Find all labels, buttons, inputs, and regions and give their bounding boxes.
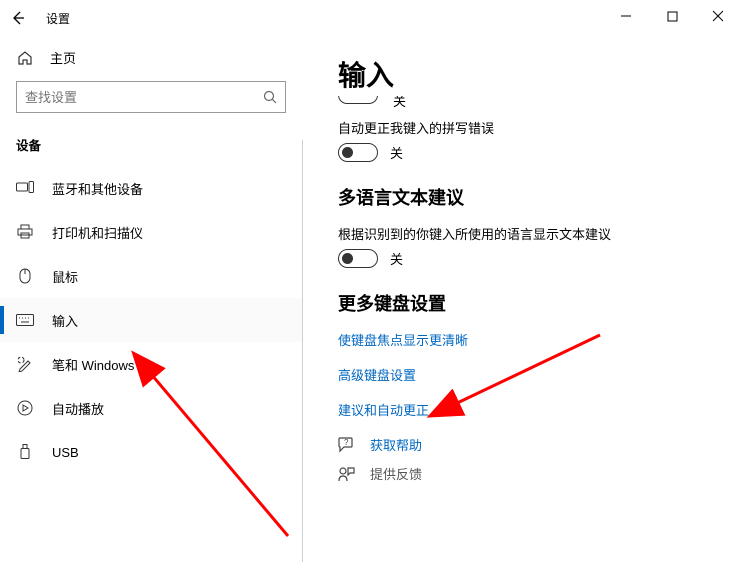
feedback-row[interactable]: 提供反馈: [338, 464, 721, 483]
autocorrect-toggle[interactable]: [338, 143, 378, 162]
pen-icon: [16, 355, 34, 373]
printer-icon: [16, 223, 34, 241]
home-label: 主页: [50, 48, 76, 67]
sidebar-item-typing[interactable]: 输入: [0, 298, 302, 342]
get-help-label: 获取帮助: [370, 435, 422, 454]
feedback-icon: [338, 466, 356, 482]
back-button[interactable]: [0, 0, 36, 36]
home-icon: [16, 49, 34, 67]
search-input[interactable]: [25, 90, 263, 105]
minimize-icon: [620, 10, 632, 22]
help-icon: ?: [338, 437, 356, 453]
sidebar-item-label: 打印机和扫描仪: [52, 223, 143, 242]
sidebar-item-label: 蓝牙和其他设备: [52, 179, 143, 198]
sidebar-item-usb[interactable]: USB: [0, 430, 302, 474]
sidebar-item-printers[interactable]: 打印机和扫描仪: [0, 210, 302, 254]
devices-icon: [16, 179, 34, 197]
more-keyboard-heading: 更多键盘设置: [338, 290, 721, 316]
autocorrect-state: 关: [390, 143, 403, 162]
partial-toggle-above: 关: [338, 96, 721, 110]
feedback-label: 提供反馈: [370, 464, 422, 483]
sidebar-item-bluetooth[interactable]: 蓝牙和其他设备: [0, 166, 302, 210]
multilang-desc: 根据识别到的你键入所使用的语言显示文本建议: [338, 224, 721, 243]
sidebar-item-label: 自动播放: [52, 399, 104, 418]
search-icon: [263, 90, 277, 104]
autocorrect-desc: 自动更正我键入的拼写错误: [338, 118, 721, 137]
keyboard-icon: [16, 311, 34, 329]
home-nav-item[interactable]: 主页: [0, 40, 302, 75]
maximize-icon: [667, 11, 678, 22]
multilang-toggle[interactable]: [338, 249, 378, 268]
get-help-row[interactable]: ? 获取帮助: [338, 435, 721, 454]
minimize-button[interactable]: [603, 0, 649, 32]
multilang-state: 关: [390, 249, 403, 268]
titlebar: 设置: [0, 0, 741, 36]
maximize-button[interactable]: [649, 0, 695, 32]
link-keyboard-focus[interactable]: 使键盘焦点显示更清晰: [338, 330, 721, 349]
window-title: 设置: [36, 10, 70, 27]
sidebar-item-pen[interactable]: 笔和 Windows Ink: [0, 342, 302, 386]
page-title: 输入: [338, 54, 721, 94]
svg-text:?: ?: [344, 438, 349, 447]
sidebar-item-mouse[interactable]: 鼠标: [0, 254, 302, 298]
usb-icon: [16, 443, 34, 461]
close-icon: [712, 10, 724, 22]
sidebar-section-label: 设备: [0, 125, 302, 160]
search-input-wrapper[interactable]: [16, 81, 286, 113]
back-arrow-icon: [11, 11, 25, 25]
close-button[interactable]: [695, 0, 741, 32]
sidebar-item-label: 笔和 Windows Ink: [52, 355, 155, 374]
link-suggestions-autocorrect[interactable]: 建议和自动更正: [338, 400, 721, 419]
sidebar-item-label: USB: [52, 445, 79, 460]
multilang-heading: 多语言文本建议: [338, 184, 721, 210]
sidebar: 主页 设备 蓝牙和其他设备 打印机和扫描仪: [0, 36, 302, 562]
sidebar-item-autoplay[interactable]: 自动播放: [0, 386, 302, 430]
sidebar-item-label: 鼠标: [52, 267, 78, 286]
mouse-icon: [16, 267, 34, 285]
link-advanced-keyboard[interactable]: 高级键盘设置: [338, 365, 721, 384]
sidebar-item-label: 输入: [52, 311, 78, 330]
content-pane: 输入 关 自动更正我键入的拼写错误 关 多语言文本建议 根据识别到的你键入所使用…: [302, 36, 741, 562]
autoplay-icon: [16, 399, 34, 417]
